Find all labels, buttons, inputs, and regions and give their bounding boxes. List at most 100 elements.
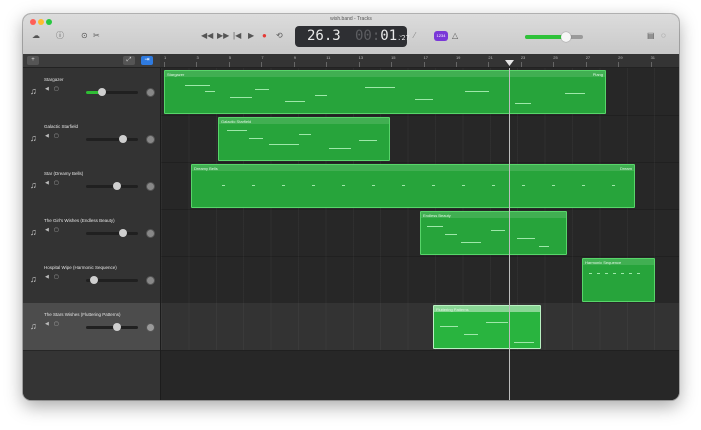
track-name[interactable]: The Girl's Wishes (Endless Beauty) [44,218,115,223]
solo-icon[interactable]: ▢ [54,274,59,280]
track-volume-slider[interactable] [86,135,138,143]
midi-note [613,273,616,274]
track-volume-slider[interactable] [86,323,138,331]
track-lane[interactable]: Galactic Starfield [161,115,679,163]
catch-playhead-icon[interactable]: ⇥ [141,56,153,65]
metronome-icon[interactable]: △ [452,31,458,41]
track-volume-slider[interactable] [86,182,138,190]
track-name[interactable]: Stargazer [44,77,64,82]
midi-region[interactable]: Galactic Starfield [218,117,390,161]
track-header[interactable]: ♫ The Stars Wishes (Fluttering Patterns) ◀… [23,303,160,351]
region-name: Stargazer [167,72,185,77]
rewind-icon[interactable]: ◀◀ [201,31,213,41]
mute-icon[interactable]: ◀ [45,133,49,139]
midi-note [440,326,458,327]
midi-region[interactable]: Dreamy Bells Dream [191,164,635,208]
track-header[interactable]: ♫ Stargazer ◀ ▢ [23,68,160,116]
pan-knob[interactable] [146,135,155,144]
track-volume-knob[interactable] [119,135,128,143]
ruler-tick [196,62,198,67]
tracks-area[interactable]: Stargazer Plang Galactic Starfield Dreamy B… [161,68,679,400]
loops-icon[interactable]: ◌ [661,31,666,41]
midi-note [432,185,435,186]
track-name[interactable]: Star (Dreamy Bells) [44,171,83,176]
track-header[interactable]: ♫ Hospital Wipe (Harmonic Sequence) ◀ ▢ [23,256,160,304]
midi-note [255,89,269,90]
lcd-chevron-icon[interactable]: ⌄ [398,31,404,39]
mute-icon[interactable]: ◀ [45,86,49,92]
track-header[interactable]: ♫ Galactic Starfield ◀ ▢ [23,115,160,163]
track-lane[interactable]: Stargazer Plang [161,68,679,116]
track-volume-knob[interactable] [113,182,122,190]
go-to-start-icon[interactable]: |◀ [233,31,241,41]
timeline-ruler[interactable]: 1 3 5 7 9 11 13 15 17 19 21 23 25 27 29 31 [160,54,679,68]
ruler-mark: 21 [488,55,493,60]
editors-icon[interactable]: ✂ [93,31,100,41]
midi-note [329,148,351,149]
smart-tempo-icon[interactable]: ⤢ [123,56,135,65]
ruler-mark: 17 [423,55,428,60]
track-volume-slider[interactable] [86,88,138,96]
pan-knob[interactable] [146,182,155,191]
midi-note [249,138,263,139]
add-track-icon[interactable]: + [27,56,39,65]
midi-region[interactable]: Fluttering Patterns [433,305,541,349]
track-header[interactable]: ♫ Star (Dreamy Bells) ◀ ▢ [23,162,160,210]
midi-region[interactable]: Endless Beauty [420,211,567,255]
midi-note [299,134,311,135]
mute-icon[interactable]: ◀ [45,180,49,186]
track-lane[interactable]: Endless Beauty [161,209,679,257]
tuner-icon[interactable]: ⁄ [414,31,415,41]
mute-icon[interactable]: ◀ [45,227,49,233]
instrument-icon: ♫ [30,227,37,237]
track-name[interactable]: Galactic Starfield [44,124,78,129]
solo-icon[interactable]: ▢ [54,180,59,186]
track-lane[interactable]: Dreamy Bells Dream [161,162,679,210]
mute-icon[interactable]: ◀ [45,274,49,280]
track-name[interactable]: Hospital Wipe (Harmonic Sequence) [44,265,117,270]
master-volume-knob[interactable] [560,32,571,42]
fast-forward-icon[interactable]: ▶▶ [217,31,229,41]
track-volume-knob[interactable] [97,88,106,96]
ruler-tick [391,62,393,67]
region-header[interactable] [165,71,605,77]
library-icon[interactable]: ☁ [32,31,40,41]
track-volume-knob[interactable] [113,323,122,331]
solo-icon[interactable]: ▢ [54,321,59,327]
count-in-badge[interactable]: 1234 [434,31,448,41]
track-volume-slider[interactable] [86,229,138,237]
pan-knob[interactable] [146,323,155,332]
pan-knob[interactable] [146,229,155,238]
smart-controls-icon[interactable]: ⊙ [81,31,88,41]
cycle-icon[interactable]: ⟲ [276,31,283,41]
track-volume-knob[interactable] [89,276,98,284]
help-icon[interactable]: ⓘ [56,31,64,41]
solo-icon[interactable]: ▢ [54,227,59,233]
pan-knob[interactable] [146,276,155,285]
ruler-tick [326,62,328,67]
solo-icon[interactable]: ▢ [54,133,59,139]
track-lane[interactable]: Harmonic Sequence [161,256,679,304]
midi-region[interactable]: Harmonic Sequence [582,258,655,302]
region-header[interactable] [192,165,634,171]
track-header[interactable]: ♫ The Girl's Wishes (Endless Beauty) ◀ ▢ [23,209,160,257]
ruler-mark: 11 [326,55,331,60]
track-lane[interactable]: Fluttering Patterns [161,303,679,351]
record-icon[interactable]: ● [262,31,267,41]
master-volume-slider[interactable] [525,32,583,42]
track-name[interactable]: The Stars Wishes (Fluttering Patterns) [44,312,121,317]
track-volume-slider[interactable] [86,276,138,284]
ruler-tick [164,62,165,67]
master-volume-fill [525,35,566,39]
solo-icon[interactable]: ▢ [54,86,59,92]
playhead[interactable] [509,68,510,400]
midi-note [629,273,632,274]
pan-knob[interactable] [146,88,155,97]
play-icon[interactable]: ▶ [248,31,254,41]
notepad-icon[interactable]: ▤ [647,31,655,41]
region-name: Endless Beauty [423,213,451,218]
track-volume-knob[interactable] [119,229,128,237]
midi-region[interactable]: Stargazer Plang [164,70,606,114]
lcd-display[interactable]: 26.3 00:01.27 ⌄ [295,26,410,47]
mute-icon[interactable]: ◀ [45,321,49,327]
